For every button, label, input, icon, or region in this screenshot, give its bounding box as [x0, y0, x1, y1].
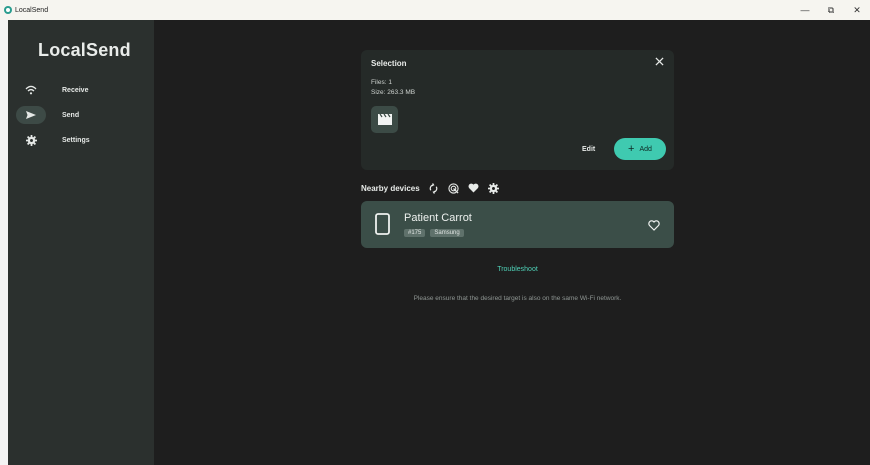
main-panel: Selection Files: 1 Size: 263.3 MB Edit +…: [154, 20, 870, 465]
sidebar-item-send[interactable]: Send: [16, 106, 146, 124]
sidebar-item-label: Receive: [62, 86, 89, 94]
video-clapper-icon: [377, 114, 392, 125]
sidebar-item-settings[interactable]: Settings: [16, 131, 146, 149]
device-card[interactable]: Patient Carrot #175 Samsung: [361, 201, 674, 248]
device-tags: #175 Samsung: [404, 229, 469, 237]
device-name: Patient Carrot: [404, 212, 472, 224]
send-icon: [16, 106, 46, 124]
troubleshoot-link[interactable]: Troubleshoot: [361, 266, 674, 273]
file-thumbnail[interactable]: [371, 106, 398, 133]
heart-outline-icon: [648, 220, 660, 231]
close-selection-button[interactable]: [655, 56, 664, 68]
brand-title: LocalSend: [38, 40, 131, 60]
refresh-icon: [429, 182, 438, 194]
plus-icon: +: [628, 143, 635, 155]
refresh-button[interactable]: [428, 182, 440, 194]
files-size: Size: 263.3 MB: [371, 89, 416, 96]
edit-button[interactable]: Edit: [582, 146, 595, 153]
window-controls: — ⧉ ✕: [792, 0, 870, 20]
window-title: LocalSend: [15, 6, 49, 14]
app-window: LocalSend — ⧉ ✕ LocalSend Receive Send S…: [0, 0, 870, 465]
files-count: Files: 1: [371, 79, 392, 86]
nearby-devices-header: Nearby devices: [361, 180, 500, 196]
maximize-button[interactable]: ⧉: [818, 0, 844, 20]
title-bar: LocalSend — ⧉ ✕: [0, 0, 870, 20]
add-button-label: Add: [639, 145, 652, 153]
app-logo-icon: [4, 6, 12, 14]
minimize-button[interactable]: —: [792, 0, 818, 20]
sidebar-item-label: Send: [62, 111, 80, 119]
scan-target-icon: [448, 182, 459, 194]
nearby-devices-title: Nearby devices: [361, 183, 420, 193]
sidebar-item-label: Settings: [62, 136, 90, 144]
device-model-tag: Samsung: [430, 229, 464, 237]
sidebar-item-receive[interactable]: Receive: [16, 81, 146, 99]
scan-button[interactable]: [448, 182, 460, 194]
wifi-icon: [16, 81, 46, 99]
network-hint: Please ensure that the desired target is…: [413, 295, 622, 302]
close-window-button[interactable]: ✕: [844, 0, 870, 20]
favorite-device-button[interactable]: [648, 218, 660, 236]
nearby-settings-button[interactable]: [488, 182, 500, 194]
add-button[interactable]: + Add: [614, 138, 666, 160]
phone-icon: [375, 213, 390, 240]
gear-icon: [488, 182, 500, 194]
close-icon: [655, 57, 664, 66]
gear-icon: [16, 131, 46, 149]
sidebar: LocalSend Receive Send Settings: [8, 20, 154, 465]
selection-card: Selection Files: 1 Size: 263.3 MB Edit +…: [361, 50, 674, 170]
heart-icon: [468, 183, 479, 193]
device-id-tag: #175: [404, 229, 426, 237]
favorites-button[interactable]: [468, 182, 480, 194]
selection-title: Selection: [371, 59, 407, 68]
